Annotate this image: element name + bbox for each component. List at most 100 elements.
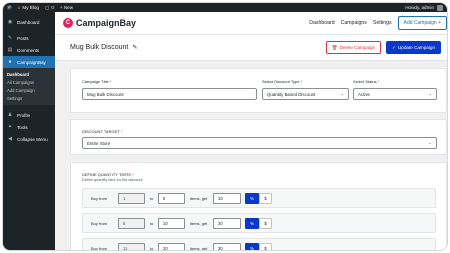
brand-name: CampaignBay [76,18,137,28]
update-campaign-button[interactable]: ✓ Update Campaign [386,41,441,54]
campaignbay-submenu: Dashboard All Campaigns Add Campaign Set… [3,68,55,105]
admin-sidebar: ◉ Dashboard ✎ Posts ▤ Comments ● Campaig… [3,12,55,250]
site-name-link[interactable]: ⌂ My Blog [18,5,39,10]
discount-target-label: DISCOUNT TARGET * [82,129,123,134]
tier-to-label: to [150,246,154,251]
campaign-title-input[interactable]: Mug Bulk Discount [82,88,257,100]
discount-type-select[interactable]: Quantity Based Discount ⌄ [262,88,349,100]
fixed-amount-toggle[interactable]: $ [259,243,272,250]
percent-toggle[interactable]: % [245,193,259,204]
sidebar-item-label: Dashboard [17,19,40,25]
submenu-dashboard[interactable]: Dashboard [3,70,55,78]
discount-type-value: Quantity Based Discount [267,91,316,97]
tier-to-input[interactable]: 5 [158,193,185,204]
campaign-title-value: Mug Bulk Discount [87,91,124,97]
new-content-link[interactable]: + New [60,5,73,10]
sidebar-item-campaignbay[interactable]: ● CampaignBay [3,56,55,68]
user-icon: ♟ [7,112,13,118]
discount-type-label: Select Discount Type * [262,79,303,84]
sidebar-item-posts[interactable]: ✎ Posts [3,32,55,44]
sidebar-item-comments[interactable]: ▤ Comments [3,44,55,56]
delete-campaign-button[interactable]: 🗑 Delete Campaign [325,41,382,54]
chevron-down-icon: ⌄ [340,91,344,96]
comments-count: 0 [51,5,54,10]
sidebar-item-label: CampaignBay [17,59,46,65]
submenu-settings[interactable]: Settings [3,94,55,102]
tier-to-label: to [150,221,154,226]
tier-get-label: items, get [190,246,208,251]
tier-to-input[interactable]: 20 [158,243,185,250]
tier-from-input[interactable]: 11 [118,243,145,250]
wrench-icon: ✦ [7,124,13,130]
tier-value-input[interactable]: 20 [213,218,241,229]
fixed-amount-toggle[interactable]: $ [259,193,272,204]
discount-target-select[interactable]: Entire Store ⌄ [82,137,437,149]
plugin-header: C CampaignBay Dashboard Campaigns Settin… [55,12,447,35]
sidebar-item-tools[interactable]: ✦ Tools [3,121,55,133]
wp-admin-bar: Ⓦ ⌂ My Blog ▢ 0 + New Howdy, admin [3,3,447,12]
buy-from-label: Buy from [91,196,108,201]
buy-from-label: Buy from [91,246,108,251]
trash-icon: 🗑 [331,44,338,50]
add-campaign-button[interactable]: Add Campaign + [397,16,447,30]
sidebar-item-label: Posts [17,35,29,41]
tier-row: Buy from 11 to 20 items, get 30 % $ [82,238,436,251]
buy-from-label: Buy from [91,221,108,226]
comment-icon: ▤ [7,47,13,53]
tier-from-input[interactable]: 6 [118,218,145,229]
sidebar-item-label: Tools [17,124,28,130]
tier-row: Buy from 1 to 5 items, get 10 % $ [82,188,436,208]
tier-row: Buy from 6 to 10 items, get 20 % $ [82,213,436,233]
tier-from-input[interactable]: 1 [118,193,145,204]
plugin-nav: Dashboard Campaigns Settings Add Campaig… [309,16,447,30]
browser-frame: Ⓦ ⌂ My Blog ▢ 0 + New Howdy, admin ◉ Das… [2,2,448,251]
percent-toggle[interactable]: % [245,243,259,250]
quantity-tiers-label: DEFINE QUANTITY TIERS * [82,172,134,177]
percent-toggle[interactable]: % [245,218,259,229]
pin-icon: ✎ [7,35,13,41]
check-icon: ✓ [392,44,396,50]
status-select[interactable]: Active ⌄ [353,88,437,100]
submenu-add-campaign[interactable]: Add Campaign [3,86,55,94]
nav-campaigns[interactable]: Campaigns [341,20,367,26]
sidebar-item-collapse[interactable]: ◀ Collapse Menu [3,133,55,145]
chevron-down-icon: ⌄ [428,91,432,96]
sidebar-item-label: Collapse Menu [17,136,48,142]
howdy-text[interactable]: Howdy, admin [405,5,434,10]
tier-to-label: to [150,196,154,201]
wp-logo-icon[interactable]: Ⓦ [7,5,12,11]
sidebar-item-label: Comments [17,47,40,53]
chevron-down-icon: ⌄ [428,140,432,145]
campaignbay-logo-icon: C [63,18,73,28]
comment-bubble-icon: ▢ [45,4,50,10]
collapse-icon: ◀ [8,136,12,142]
campaign-title-label: Campaign Title * [82,79,112,84]
brand-logo[interactable]: C CampaignBay [63,18,136,28]
quantity-tiers-panel: DEFINE QUANTITY TIERS * Define quantity … [70,162,447,251]
campaignbay-icon: ● [8,59,12,65]
sidebar-item-dashboard[interactable]: ◉ Dashboard [3,16,55,28]
quantity-tiers-hint: Define quantity tiers for the discount [82,178,143,182]
tier-value-input[interactable]: 30 [213,243,241,250]
site-name: My Blog [22,5,39,10]
campaign-title-bar: Mug Bulk Discount ✎ 🗑 Delete Campaign ✓ … [55,35,447,61]
submenu-all-campaigns[interactable]: All Campaigns [3,78,55,86]
comments-link[interactable]: ▢ 0 [45,5,54,11]
tier-get-label: items, get [190,196,208,201]
discount-target-panel: DISCOUNT TARGET * Entire Store ⌄ [70,119,447,155]
tier-value-input[interactable]: 10 [213,193,241,204]
update-campaign-label: Update Campaign [397,45,435,50]
status-label: Select Status * [353,79,380,84]
sidebar-item-label: Profile [17,112,31,118]
nav-dashboard[interactable]: Dashboard [309,20,334,26]
dashboard-icon: ◉ [7,19,13,25]
page-title: Mug Bulk Discount [70,44,129,51]
edit-pencil-icon[interactable]: ✎ [132,44,137,51]
avatar[interactable] [437,4,443,11]
delete-campaign-label: Delete Campaign [339,45,376,50]
tier-to-input[interactable]: 10 [158,218,185,229]
discount-target-value: Entire Store [87,140,111,146]
fixed-amount-toggle[interactable]: $ [259,218,272,229]
nav-settings[interactable]: Settings [373,20,392,26]
sidebar-item-profile[interactable]: ♟ Profile [3,109,55,121]
